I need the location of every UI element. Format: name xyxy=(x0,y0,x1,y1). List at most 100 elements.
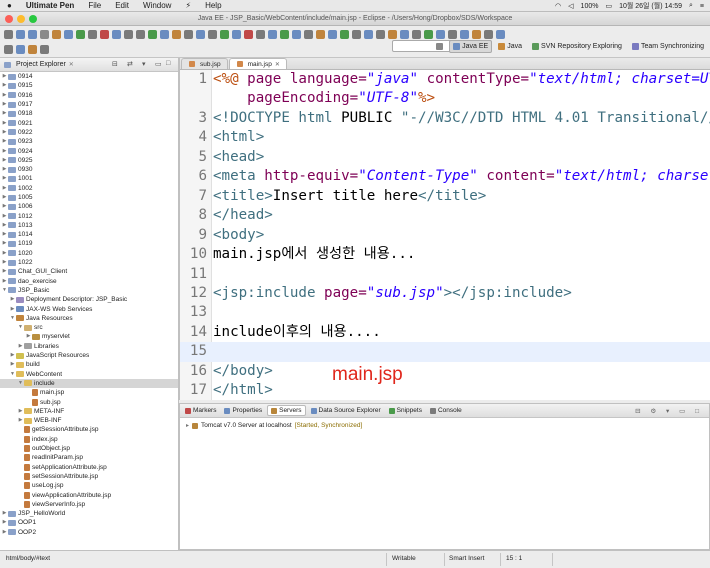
code-line[interactable]: 6 <meta http-equiv="Content-Type" content… xyxy=(180,167,710,187)
toolbar-button-icon[interactable] xyxy=(28,44,37,54)
expanded-arrow-icon[interactable]: ▼ xyxy=(10,314,15,323)
tree-item[interactable]: ▼ src xyxy=(0,323,178,332)
tree-item[interactable]: setSessionAttribute.jsp xyxy=(0,472,178,481)
battery-percent[interactable]: 100% xyxy=(581,3,599,10)
collapsed-arrow-icon[interactable]: ▶ xyxy=(2,156,7,165)
toolbar-button-icon[interactable] xyxy=(64,29,73,39)
notification-icon[interactable]: ≡ xyxy=(700,3,704,10)
tree-item[interactable]: ▶ build xyxy=(0,360,178,369)
collapsed-arrow-icon[interactable]: ▶ xyxy=(2,147,7,156)
tree-item[interactable]: index.jsp xyxy=(0,435,178,444)
toolbar-button-icon[interactable] xyxy=(148,29,157,39)
collapsed-arrow-icon[interactable]: ▶ xyxy=(18,407,23,416)
tree-item[interactable]: ▶ 0915 xyxy=(0,81,178,90)
tree-item[interactable]: ▶ 1005 xyxy=(0,193,178,202)
tree-item[interactable]: ▶ JavaScript Resources xyxy=(0,351,178,360)
perspective-team-sync[interactable]: Team Synchronizing xyxy=(628,40,708,53)
tree-item[interactable]: ▶ Chat_GUI_Client xyxy=(0,267,178,276)
toolbar-button-icon[interactable] xyxy=(52,29,61,39)
tree-item[interactable]: ▶ 1001 xyxy=(0,174,178,183)
toolbar-button-icon[interactable] xyxy=(376,29,385,39)
toolbar-button-icon[interactable] xyxy=(172,29,181,39)
open-perspective-icon[interactable] xyxy=(432,40,447,53)
toolbar-button-icon[interactable] xyxy=(292,29,301,39)
collapsed-arrow-icon[interactable]: ▶ xyxy=(26,332,31,341)
tree-item[interactable]: ▼ Java Resources xyxy=(0,314,178,323)
collapsed-arrow-icon[interactable]: ▶ xyxy=(2,119,7,128)
menu-file[interactable]: File xyxy=(81,1,108,10)
collapsed-arrow-icon[interactable]: ▶ xyxy=(2,137,7,146)
collapsed-arrow-icon[interactable]: ▶ xyxy=(10,295,15,304)
code-line[interactable]: 12 <jsp:include page="sub.jsp"></jsp:incl… xyxy=(180,284,710,304)
toolbar-button-icon[interactable] xyxy=(388,29,397,39)
collapsed-arrow-icon[interactable]: ▶ xyxy=(2,174,7,183)
toolbar-button-icon[interactable] xyxy=(448,29,457,39)
collapsed-arrow-icon[interactable]: ▶ xyxy=(2,81,7,90)
maximize-view-icon[interactable]: □ xyxy=(166,60,170,67)
code-line[interactable]: 13 xyxy=(180,303,710,323)
collapsed-arrow-icon[interactable]: ▶ xyxy=(2,128,7,137)
toolbar-button-icon[interactable] xyxy=(220,29,229,39)
menu-window[interactable]: Window xyxy=(136,1,178,10)
tree-item[interactable]: ▶ 0922 xyxy=(0,128,178,137)
tree-item[interactable]: ▶ JAX-WS Web Services xyxy=(0,304,178,313)
toolbar-button-icon[interactable] xyxy=(40,44,49,54)
minimize-view-icon[interactable]: ▭ xyxy=(155,60,162,68)
toolbar-button-icon[interactable] xyxy=(4,44,13,54)
panel-tab-servers[interactable]: Servers xyxy=(267,405,306,416)
code-line[interactable]: 10 main.jsp에서 생성한 내용... xyxy=(180,245,710,265)
collapsed-arrow-icon[interactable]: ▶ xyxy=(2,230,7,239)
tree-item[interactable]: ▶ 1014 xyxy=(0,230,178,239)
collapsed-arrow-icon[interactable]: ▶ xyxy=(10,351,15,360)
collapsed-arrow-icon[interactable]: ▶ xyxy=(2,202,7,211)
tab-sub-jsp[interactable]: sub.jsp xyxy=(181,58,228,69)
collapsed-arrow-icon[interactable]: ▶ xyxy=(2,109,7,118)
tree-item[interactable]: ▶ 0921 xyxy=(0,118,178,127)
toolbar-button-icon[interactable] xyxy=(400,29,409,39)
tree-item[interactable]: outObject.jsp xyxy=(0,444,178,453)
code-line[interactable]: 1 <%@ page language="java" contentType="t… xyxy=(180,70,710,90)
toolbar-button-icon[interactable] xyxy=(328,29,337,39)
collapsed-arrow-icon[interactable]: ▶ xyxy=(2,165,7,174)
close-tab-icon[interactable]: ✕ xyxy=(275,61,280,68)
tree-item[interactable]: ▶ 0923 xyxy=(0,137,178,146)
tree-item[interactable]: ▶ 0916 xyxy=(0,91,178,100)
app-menu[interactable]: Ultimate Pen xyxy=(19,1,81,10)
tree-item[interactable]: ▼ JSP_Basic xyxy=(0,286,178,295)
minimize-window-icon[interactable] xyxy=(17,15,25,23)
toolbar-button-icon[interactable] xyxy=(184,29,193,39)
code-line[interactable]: 5 <head> xyxy=(180,148,710,168)
toolbar-button-icon[interactable] xyxy=(256,29,265,39)
menu-help[interactable]: Help xyxy=(198,1,228,10)
view-menu-icon[interactable]: ▾ xyxy=(142,60,146,68)
collapse-all-icon[interactable]: ⊟ xyxy=(112,60,118,68)
tree-item[interactable]: ▼ include xyxy=(0,378,178,389)
toolbar-button-icon[interactable] xyxy=(304,29,313,39)
tree-item[interactable]: ▶ OOP2 xyxy=(0,528,178,537)
tree-item[interactable]: main.jsp xyxy=(0,388,178,397)
collapsed-arrow-icon[interactable]: ▶ xyxy=(2,518,7,527)
collapsed-arrow-icon[interactable]: ▶ xyxy=(18,342,23,351)
toolbar-button-icon[interactable] xyxy=(100,29,109,39)
panel-tab-markers[interactable]: Markers xyxy=(182,406,219,415)
collapsed-arrow-icon[interactable]: ▶ xyxy=(2,193,7,202)
toolbar-button-icon[interactable] xyxy=(340,29,349,39)
tree-item[interactable]: ▶ 0918 xyxy=(0,109,178,118)
expanded-arrow-icon[interactable]: ▼ xyxy=(18,379,23,388)
collapsed-arrow-icon[interactable]: ▶ xyxy=(2,212,7,221)
tree-item[interactable]: ▶ 0925 xyxy=(0,156,178,165)
collapsed-arrow-icon[interactable]: ▶ xyxy=(2,249,7,258)
tree-item[interactable]: useLog.jsp xyxy=(0,481,178,490)
collapsed-arrow-icon[interactable]: ▶ xyxy=(2,258,7,267)
toolbar-button-icon[interactable] xyxy=(112,29,121,39)
tree-item[interactable]: ▶ dao_exercise xyxy=(0,277,178,286)
code-line[interactable]: 17 </html> xyxy=(180,381,710,400)
tree-item[interactable]: ▶ 0924 xyxy=(0,146,178,155)
tree-item[interactable]: readInitParam.jsp xyxy=(0,453,178,462)
tree-item[interactable]: ▶ 0917 xyxy=(0,100,178,109)
toolbar-button-icon[interactable] xyxy=(208,29,217,39)
toolbar-button-icon[interactable] xyxy=(412,29,421,39)
perspective-java[interactable]: Java xyxy=(494,40,526,53)
toolbar-button-icon[interactable] xyxy=(472,29,481,39)
toolbar-button-icon[interactable] xyxy=(268,29,277,39)
